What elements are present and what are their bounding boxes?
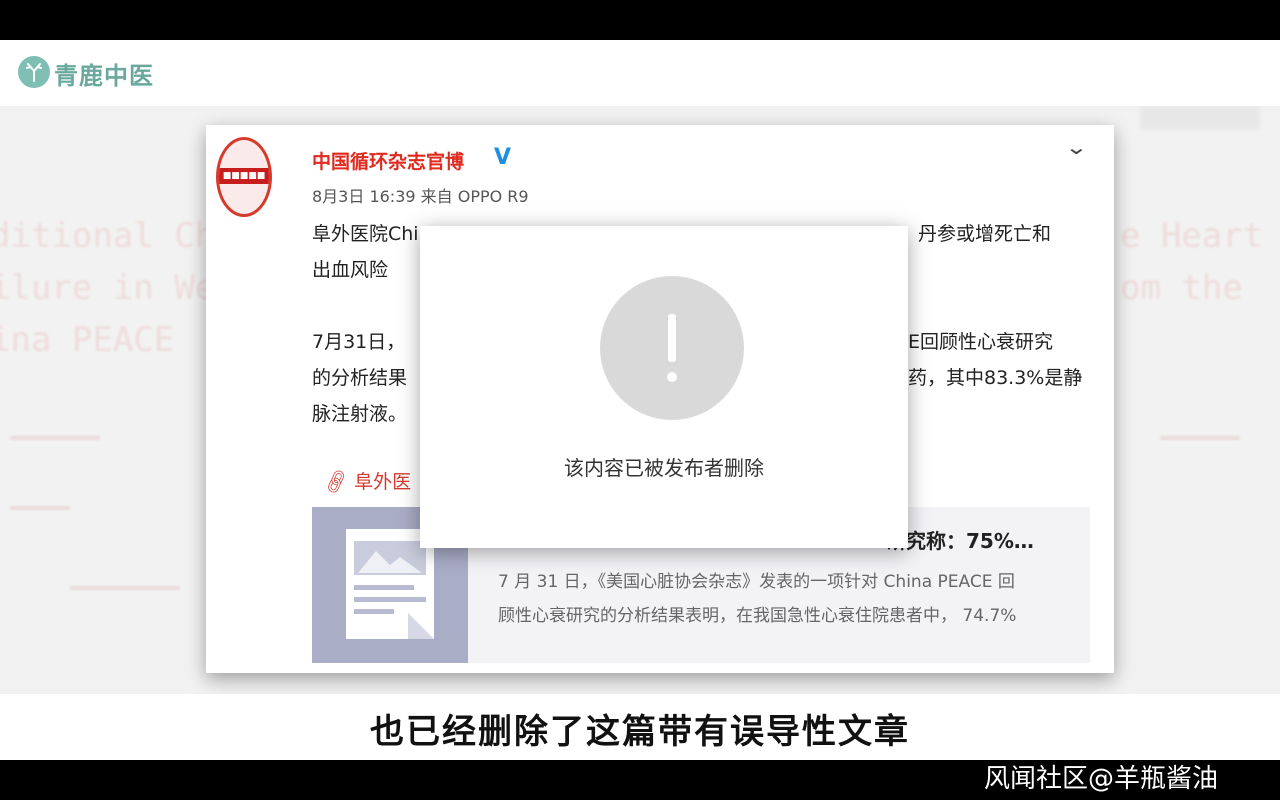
- chevron-down-icon[interactable]: ⌄: [1065, 135, 1088, 159]
- subtitle-strip: 也已经删除了这篇带有误导性文章: [0, 694, 1280, 760]
- post-text-line: E回顾性心衰研究: [908, 331, 1054, 353]
- post-text-line: 丹参或增死亡和: [918, 223, 1052, 245]
- author-name[interactable]: 中国循环杂志官博: [312, 147, 464, 174]
- post-text-line: 阜外医院Chi: [312, 223, 419, 245]
- post-text-line: 药，其中83.3%是静: [908, 367, 1083, 389]
- avatar[interactable]: ■■■■■: [216, 137, 272, 217]
- link-icon: 🔗︎: [321, 467, 352, 497]
- post-text-line: 的分析结果: [312, 367, 408, 389]
- brand-name: 青鹿中医: [54, 62, 154, 90]
- video-frame: 青鹿中医 ditional Ch ilure in We ina PEACE e…: [0, 40, 1280, 760]
- post-meta: 8月3日 16:39 来自 OPPO R9: [312, 187, 529, 206]
- dialog-message: 该内容已被发布者删除: [564, 456, 764, 480]
- article-link[interactable]: 🔗︎ 阜外医: [321, 467, 411, 497]
- post-text-line: 出血风险: [312, 259, 389, 281]
- post-text-line: 脉注射液。: [312, 403, 408, 425]
- post-text-line: 7月31日，: [312, 331, 406, 353]
- deer-logo-icon: [18, 56, 50, 88]
- exclamation-icon: [600, 276, 744, 420]
- letterbox-top: [0, 0, 1280, 40]
- watermark: 风闻社区@羊瓶酱油: [984, 764, 1219, 794]
- brand-bar: 青鹿中医: [0, 40, 1280, 106]
- article-description: 顾性心衰研究的分析结果表明，在我国急性心衰住院患者中， 74.7%: [498, 606, 1017, 626]
- verified-badge-icon: V: [494, 145, 512, 170]
- article-title: 研究称：75%…: [886, 529, 1034, 553]
- article-description: 7 月 31 日，《美国心脏协会杂志》发表的一项针对 China PEACE 回: [498, 572, 1015, 592]
- video-subtitle: 也已经删除了这篇带有误导性文章: [370, 712, 910, 752]
- deleted-content-dialog: 该内容已被发布者删除: [420, 226, 908, 548]
